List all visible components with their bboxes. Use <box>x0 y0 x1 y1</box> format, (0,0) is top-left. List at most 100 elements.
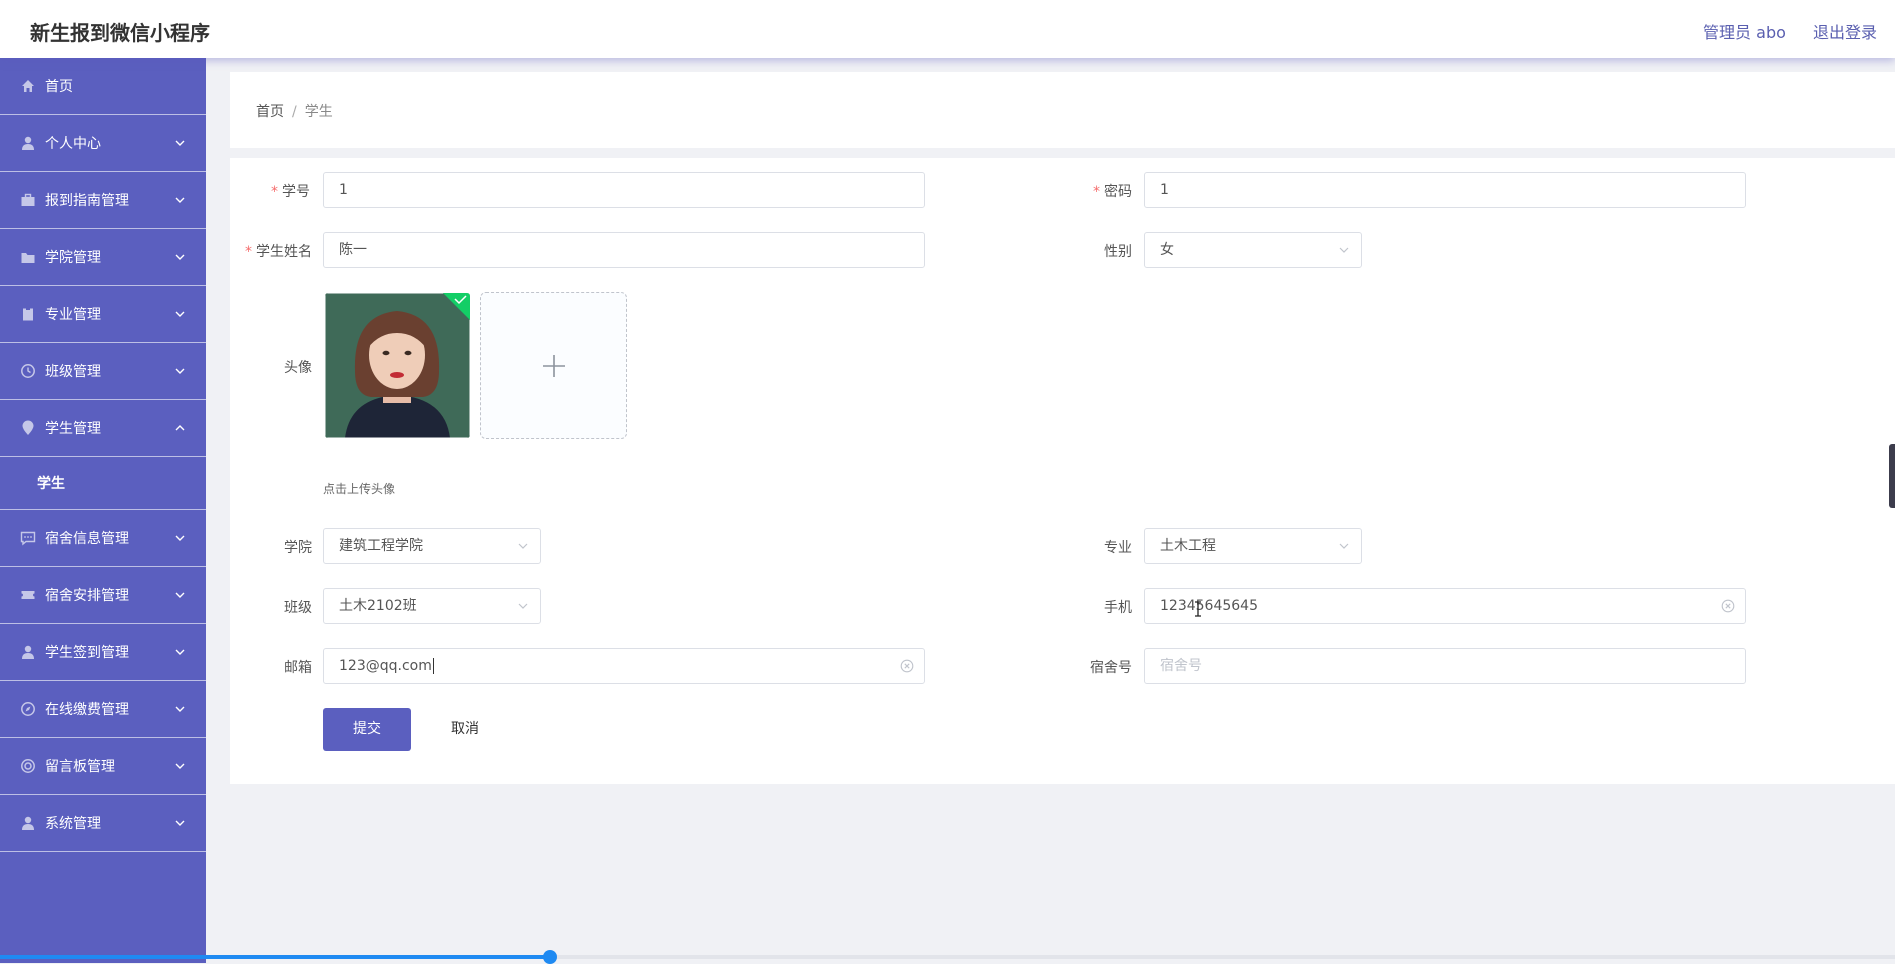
password-input[interactable]: 1 <box>1144 172 1746 208</box>
text-caret: ​ <box>432 658 434 674</box>
chevron-down-icon <box>175 820 185 826</box>
message-icon <box>20 531 36 546</box>
sidebar-item-dorm-arrangement[interactable]: 宿舍安排管理 <box>0 567 206 624</box>
class-select[interactable]: 土木2102班 <box>323 588 541 624</box>
college-label: 学院 <box>284 540 312 556</box>
major-label: 专业 <box>1104 540 1132 556</box>
sidebar-item-student-management[interactable]: 学生管理 <box>0 400 206 457</box>
submit-button[interactable]: 提交 <box>323 708 411 751</box>
breadcrumb-current: 学生 <box>304 104 333 120</box>
sidebar-item-checkin[interactable]: 学生签到管理 <box>0 624 206 681</box>
avatar-upload-box[interactable] <box>480 292 627 439</box>
email-label: 邮箱 <box>284 660 312 676</box>
gender-select[interactable]: 女 <box>1144 232 1362 268</box>
sidebar-item-personal-center[interactable]: 个人中心 <box>0 115 206 172</box>
clipboard-icon <box>23 307 33 321</box>
video-progress-bar[interactable] <box>0 950 1895 964</box>
sidebar-item-label: 宿舍信息管理 <box>45 531 129 547</box>
clock-icon <box>21 364 35 378</box>
plus-icon <box>543 355 565 377</box>
person-icon <box>22 645 34 659</box>
sidebar-item-message-board[interactable]: 留言板管理 <box>0 738 206 795</box>
phone-value: 12345645645 <box>1160 598 1258 614</box>
sidebar-item-label: 班级管理 <box>45 364 101 380</box>
person-icon <box>22 816 34 830</box>
sidebar-item-label: 在线缴费管理 <box>45 702 129 718</box>
breadcrumb-separator: / <box>292 104 297 120</box>
sidebar-item-label: 首页 <box>45 79 73 95</box>
email-input[interactable]: 123@qq.com​ <box>323 648 925 684</box>
video-progress-fill <box>0 955 550 959</box>
chevron-down-icon <box>175 254 185 260</box>
sidebar-item-label: 学院管理 <box>45 250 101 266</box>
sidebar-item-payment[interactable]: 在线缴费管理 <box>0 681 206 738</box>
student-name-label: * 学生姓名 <box>245 244 312 260</box>
password-label: * 密码 <box>1093 184 1132 200</box>
student-name-input[interactable]: 陈一 <box>323 232 925 268</box>
college-select[interactable]: 建筑工程学院 <box>323 528 541 564</box>
clear-icon[interactable] <box>900 659 914 673</box>
chevron-down-icon <box>518 603 528 609</box>
scroll-handle[interactable] <box>1889 444 1895 508</box>
chevron-down-icon <box>175 706 185 712</box>
sidebar-item-guide[interactable]: 报到指南管理 <box>0 172 206 229</box>
sidebar-item-home[interactable]: 首页 <box>0 58 206 115</box>
gender-value: 女 <box>1160 242 1174 258</box>
sidebar-item-dorm-info[interactable]: 宿舍信息管理 <box>0 510 206 567</box>
dorm-input[interactable]: 宿舍号 <box>1144 648 1746 684</box>
email-value: 123@qq.com <box>339 658 432 674</box>
student-id-input[interactable]: 1 <box>323 172 925 208</box>
sidebar-item-system[interactable]: 系统管理 <box>0 795 206 852</box>
breadcrumb-card: 首页 / 学生 <box>230 72 1895 148</box>
sidebar-item-label: 学生签到管理 <box>45 645 129 661</box>
phone-label: 手机 <box>1104 600 1132 616</box>
video-progress-handle[interactable] <box>542 950 557 964</box>
briefcase-icon <box>21 193 35 206</box>
gender-label: 性别 <box>1104 244 1132 260</box>
top-bar: 新生报到微信小程序 管理员 abo 退出登录 <box>0 0 1895 58</box>
chevron-down-icon <box>175 140 185 146</box>
phone-input[interactable]: 12345645645 <box>1144 588 1746 624</box>
cancel-button[interactable]: 取消 <box>441 708 489 751</box>
text-cursor-icon <box>1195 601 1201 617</box>
chevron-down-icon <box>1339 543 1349 549</box>
chevron-down-icon <box>175 763 185 769</box>
lifebuoy-icon <box>21 759 35 773</box>
sidebar-item-label: 学生管理 <box>45 421 101 437</box>
sidebar-item-label: 留言板管理 <box>45 759 115 775</box>
breadcrumb-home[interactable]: 首页 <box>256 104 284 120</box>
sidebar-item-label: 宿舍安排管理 <box>45 588 129 604</box>
sidebar-item-college[interactable]: 学院管理 <box>0 229 206 286</box>
sidebar-item-label: 个人中心 <box>45 136 101 152</box>
sidebar-item-label: 报到指南管理 <box>45 193 129 209</box>
logout-link[interactable]: 退出登录 <box>1813 23 1877 42</box>
major-select[interactable]: 土木工程 <box>1144 528 1362 564</box>
chevron-down-icon <box>518 543 528 549</box>
sidebar-subitem-label: 学生 <box>37 476 65 492</box>
chevron-down-icon <box>175 311 185 317</box>
app-title: 新生报到微信小程序 <box>30 21 210 45</box>
sidebar-item-major[interactable]: 专业管理 <box>0 286 206 343</box>
admin-user-label[interactable]: 管理员 abo <box>1703 23 1786 42</box>
chevron-down-icon <box>1339 247 1349 253</box>
compass-icon <box>21 702 35 716</box>
ticket-icon <box>21 591 35 599</box>
chevron-down-icon <box>175 535 185 541</box>
chevron-down-icon <box>175 649 185 655</box>
college-value: 建筑工程学院 <box>339 538 423 554</box>
class-value: 土木2102班 <box>339 598 417 614</box>
sidebar-item-class[interactable]: 班级管理 <box>0 343 206 400</box>
avatar-image[interactable] <box>325 293 470 438</box>
chevron-down-icon <box>175 197 185 203</box>
major-value: 土木工程 <box>1160 538 1216 554</box>
sidebar-subitem-student[interactable]: 学生 <box>0 457 206 510</box>
class-label: 班级 <box>284 600 312 616</box>
sidebar-item-label: 专业管理 <box>45 307 101 323</box>
dorm-label: 宿舍号 <box>1090 660 1132 676</box>
sidebar: 首页 个人中心 报到指南管理 学院管理 专业管理 班级管理 学生管理 学生 宿舍… <box>0 58 206 963</box>
student-id-label: * 学号 <box>271 184 310 200</box>
top-right-actions: 管理员 abo 退出登录 <box>1681 19 1877 43</box>
person-icon <box>22 136 34 150</box>
clear-icon[interactable] <box>1721 599 1735 613</box>
location-icon <box>22 420 34 435</box>
